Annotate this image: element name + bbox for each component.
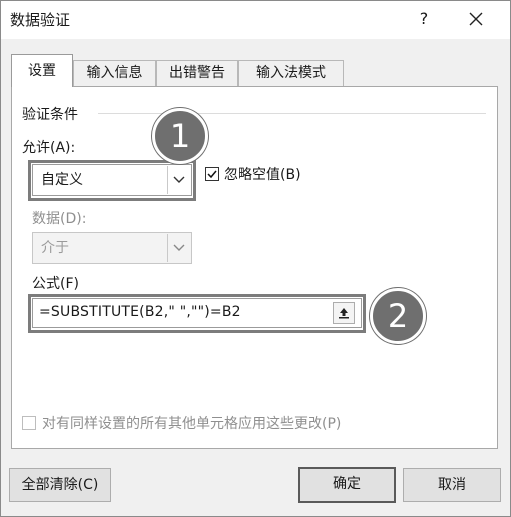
formula-input[interactable]: =SUBSTITUTE(B2," ","")=B2 [32, 298, 362, 328]
allow-select[interactable]: 自定义 [32, 164, 192, 196]
data-dropdown-button[interactable] [167, 234, 190, 262]
cancel-button[interactable]: 取消 [403, 468, 501, 502]
chevron-down-icon [173, 244, 185, 251]
callout-badge-1: 1 [152, 108, 208, 164]
checkmark-icon [207, 170, 217, 179]
chevron-down-icon [173, 176, 185, 183]
close-button[interactable] [459, 5, 493, 33]
tab-ime-mode[interactable]: 输入法模式 [238, 60, 344, 86]
clear-all-button[interactable]: 全部清除(C) [9, 468, 111, 502]
help-button[interactable]: ? [409, 5, 439, 33]
ignore-blank-checkbox[interactable] [205, 167, 219, 181]
apply-all-label[interactable]: 对有同样设置的所有其他单元格应用这些更改(P) [42, 413, 341, 433]
close-icon [469, 12, 483, 26]
ok-button[interactable]: 确定 [298, 467, 396, 503]
ignore-blank-label[interactable]: 忽略空值(B) [224, 164, 301, 184]
allow-dropdown-button[interactable] [167, 166, 190, 194]
collapse-dialog-button[interactable] [333, 302, 355, 324]
group-divider [98, 113, 486, 114]
title-bar: 数据验证 ? [1, 1, 510, 39]
tab-error-alert[interactable]: 出错警告 [156, 60, 238, 86]
tab-settings[interactable]: 设置 [11, 54, 73, 87]
data-label: 数据(D): [32, 211, 87, 227]
data-select[interactable]: 介于 [32, 232, 192, 264]
group-title: 验证条件 [22, 107, 78, 123]
formula-value: =SUBSTITUTE(B2," ","")=B2 [39, 304, 241, 320]
callout-badge-2: 2 [370, 288, 426, 344]
formula-label: 公式(F) [32, 276, 79, 292]
settings-panel [11, 86, 498, 449]
window-title: 数据验证 [10, 11, 71, 29]
apply-all-checkbox[interactable] [22, 416, 36, 430]
tab-input-message[interactable]: 输入信息 [73, 60, 156, 86]
allow-select-value: 自定义 [41, 172, 83, 188]
collapse-dialog-icon [339, 308, 349, 319]
data-select-value: 介于 [41, 240, 69, 256]
allow-label: 允许(A): [22, 140, 76, 156]
